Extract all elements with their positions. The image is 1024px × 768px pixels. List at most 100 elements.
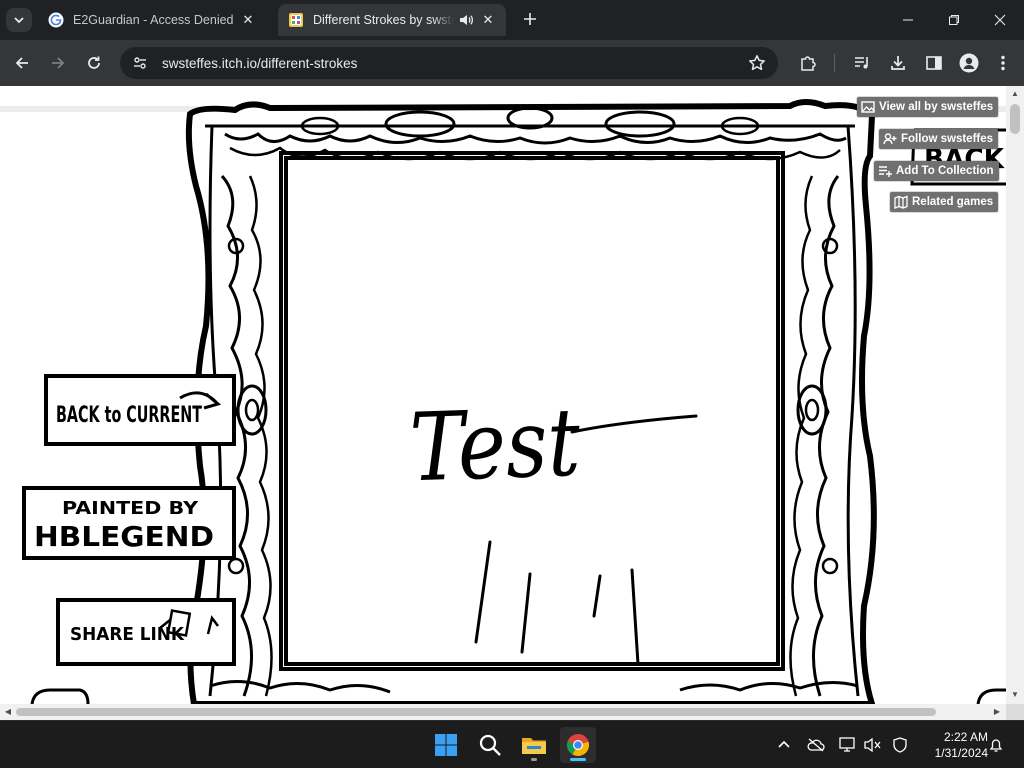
painter-name: HBLEGEND (34, 520, 214, 553)
vertical-scroll-thumb[interactable] (1010, 104, 1020, 134)
download-icon (891, 56, 905, 70)
chrome-menu-button[interactable] (993, 53, 1013, 73)
running-indicator (531, 758, 537, 761)
view-all-label: View all by swsteffes (879, 101, 994, 113)
start-button[interactable] (428, 727, 464, 763)
chevron-down-icon (14, 17, 24, 24)
side-panel-button[interactable] (924, 53, 944, 73)
scroll-right-arrow-icon[interactable]: ▶ (992, 707, 1002, 717)
back-to-current-button[interactable]: BACK to CURRENT (44, 374, 236, 446)
kebab-menu-icon (1001, 55, 1005, 71)
avatar-icon (959, 53, 979, 73)
address-bar[interactable]: swsteffes.itch.io/different-strokes (120, 47, 778, 79)
share-link-button[interactable]: SHARE LINK (56, 598, 236, 666)
list-plus-icon (879, 166, 892, 177)
toolbar-separator (834, 54, 835, 72)
related-games-label: Related games (912, 196, 994, 208)
tab-title: Different Strokes by swsteffes (313, 13, 454, 27)
scroll-left-arrow-icon[interactable]: ◀ (3, 707, 13, 717)
share-link-label: SHARE LINK (70, 624, 185, 645)
forward-button[interactable] (46, 51, 70, 75)
scroll-down-arrow-icon[interactable]: ▼ (1010, 690, 1020, 700)
reload-button[interactable] (82, 51, 106, 75)
file-explorer-icon (522, 738, 546, 754)
security-tray-icon[interactable] (890, 735, 910, 755)
plus-icon (524, 13, 536, 25)
show-hidden-icons-button[interactable] (774, 735, 794, 755)
network-tray-icon[interactable] (838, 735, 858, 755)
map-icon (894, 195, 908, 209)
related-games-button[interactable]: Related games (890, 192, 999, 212)
tab-different-strokes[interactable]: Different Strokes by swsteffes ✕ (278, 4, 506, 36)
add-collection-label: Add To Collection (896, 165, 994, 177)
google-g-icon (48, 12, 64, 28)
chevron-up-icon (778, 740, 790, 748)
game-canvas[interactable]: Test BACK to CURRENT PAINTED BY HBLEGEND… (0, 86, 1006, 704)
view-all-by-author-button[interactable]: View all by swsteffes (857, 97, 999, 117)
arrow-right-icon (52, 57, 65, 69)
horizontal-scroll-thumb[interactable] (16, 708, 936, 716)
page-viewport: Test BACK to CURRENT PAINTED BY HBLEGEND… (0, 86, 1006, 704)
media-queue-icon (855, 57, 868, 69)
bell-icon (989, 739, 1003, 752)
bookmark-star-icon[interactable] (748, 54, 766, 72)
side-panel-icon (926, 56, 942, 70)
close-tab-icon[interactable]: ✕ (240, 12, 256, 28)
back-to-current-label: BACK to CURRENT (56, 403, 202, 428)
clock-time: 2:22 AM (943, 730, 988, 744)
notifications-button[interactable] (986, 735, 1006, 755)
back-button[interactable] (10, 51, 34, 75)
follow-author-button[interactable]: Follow swsteffes (879, 129, 999, 149)
windows-taskbar: 2:22 AM 1/31/2024 (0, 720, 1024, 768)
system-clock[interactable]: 2:22 AM 1/31/2024 (918, 729, 988, 761)
site-settings-icon[interactable] (132, 55, 148, 71)
painting-drawn-text: Test (408, 389, 582, 504)
extensions-button[interactable] (798, 53, 818, 73)
horizontal-scrollbar[interactable]: ◀ ▶ (0, 704, 1006, 720)
media-controls-button[interactable] (852, 53, 872, 73)
scrollbar-corner (1006, 704, 1024, 720)
shield-icon (893, 737, 907, 753)
restore-button[interactable] (936, 6, 972, 34)
itch-game-icon (289, 13, 303, 27)
painted-by-label: PAINTED BY (62, 498, 199, 519)
windows-start-icon (435, 734, 457, 756)
minimize-button[interactable] (890, 6, 926, 34)
close-tab-icon[interactable]: ✕ (480, 12, 496, 28)
cloud-off-icon (807, 738, 825, 752)
downloads-button[interactable] (888, 53, 908, 73)
speaker-icon[interactable] (458, 12, 474, 28)
taskbar-search-button[interactable] (472, 727, 508, 763)
close-window-button[interactable] (982, 6, 1018, 34)
close-icon (994, 14, 1006, 26)
chrome-taskbar-button[interactable] (560, 727, 596, 763)
tab-search-button[interactable] (6, 8, 32, 32)
url-text[interactable]: swsteffes.itch.io/different-strokes (162, 56, 748, 71)
speaker-muted-icon (864, 737, 881, 753)
tab-title: E2Guardian - Access Denied (73, 13, 234, 27)
search-icon (479, 734, 501, 756)
user-plus-icon (883, 133, 897, 145)
add-to-collection-button[interactable]: Add To Collection (874, 161, 999, 181)
tab-e2guardian[interactable]: E2Guardian - Access Denied ✕ (38, 4, 266, 36)
scroll-up-arrow-icon[interactable]: ▲ (1010, 89, 1020, 99)
file-explorer-button[interactable] (516, 727, 552, 763)
image-icon (861, 101, 875, 113)
chrome-icon (566, 733, 590, 756)
browser-toolbar: swsteffes.itch.io/different-strokes (0, 40, 1024, 86)
follow-label: Follow swsteffes (901, 133, 994, 145)
volume-tray-icon[interactable] (863, 735, 883, 755)
monitor-icon (839, 737, 855, 752)
vertical-scrollbar[interactable]: ▲ ▼ (1006, 86, 1024, 704)
tab-strip: E2Guardian - Access Denied ✕ Different S… (0, 0, 1024, 40)
restore-icon (949, 15, 959, 25)
reload-icon (88, 56, 100, 69)
clock-date: 1/31/2024 (934, 746, 988, 760)
new-tab-button[interactable] (520, 10, 540, 30)
painted-by-card: PAINTED BY HBLEGEND (22, 486, 236, 560)
arrow-left-icon (15, 57, 28, 69)
minimize-icon (903, 19, 913, 21)
active-app-indicator (570, 758, 586, 761)
onedrive-tray-icon[interactable] (806, 735, 826, 755)
profile-button[interactable] (959, 53, 979, 73)
